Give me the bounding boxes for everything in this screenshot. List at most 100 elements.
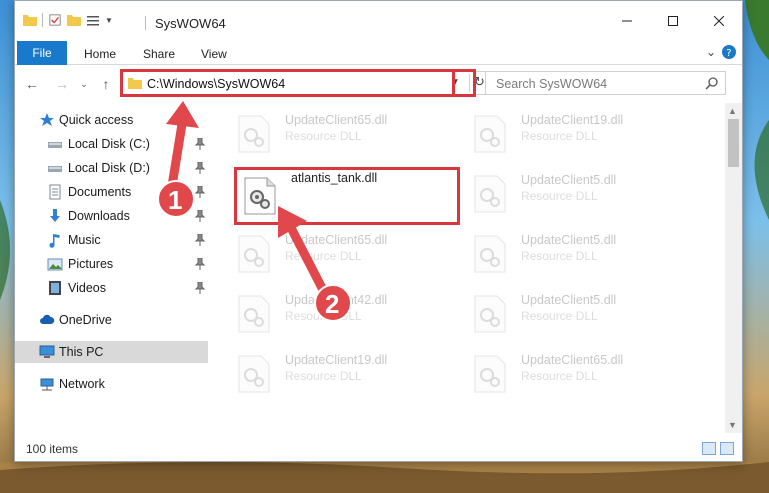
dll-file-icon [474, 295, 506, 333]
drive-icon [48, 142, 62, 148]
sidebar-item-local-disk-c[interactable]: Local Disk (C:) [15, 133, 208, 155]
file-name: UpdateClient65.dll [285, 113, 388, 127]
drive-icon [48, 166, 62, 172]
tab-view[interactable]: View [201, 47, 227, 61]
file-item[interactable]: UpdateClient65.dll Resource DLL [467, 347, 687, 397]
scroll-up-icon[interactable]: ▲ [728, 106, 737, 116]
refresh-highlight-box [452, 69, 476, 97]
network-icon [40, 378, 54, 391]
sidebar-item-downloads[interactable]: Downloads [15, 205, 208, 227]
tab-share[interactable]: Share [143, 47, 175, 61]
file-list: UpdateClient65.dll Resource DLL atlantis… [211, 103, 725, 433]
maximize-button[interactable] [650, 7, 696, 35]
music-icon [49, 234, 60, 248]
file-item[interactable]: UpdateClient5.dll Resource DLL [467, 227, 687, 277]
pictures-icon [47, 258, 63, 271]
svg-text:?: ? [726, 48, 731, 59]
pin-icon[interactable] [195, 234, 205, 246]
maximize-icon [668, 16, 678, 26]
arrow-up-icon: ↑ [102, 76, 110, 92]
pin-icon[interactable] [195, 210, 205, 222]
navigation-pane: Quick access Local Disk (C:) Local Disk … [15, 103, 208, 433]
file-item[interactable]: UpdateClient19.dll Resource DLL [231, 347, 451, 397]
scrollbar-thumb[interactable] [728, 119, 739, 167]
search-icon[interactable] [705, 76, 719, 90]
dll-file-icon [474, 175, 506, 213]
sidebar-item-label: This PC [59, 345, 104, 359]
up-button[interactable]: ↑ [97, 75, 115, 93]
file-name: UpdateClient65.dll [521, 353, 624, 367]
large-icons-view-button[interactable] [720, 442, 734, 455]
sidebar-item-music[interactable]: Music [15, 229, 208, 251]
chevron-down-icon[interactable]: ▼ [105, 16, 113, 25]
search-box[interactable]: Search SysWOW64 [485, 71, 726, 95]
toolbar-separator [42, 13, 43, 27]
sidebar-item-label: Documents [68, 185, 132, 199]
properties-icon[interactable] [48, 14, 62, 26]
forward-button[interactable]: → [53, 75, 71, 93]
recent-locations-button[interactable]: ⌄ [75, 75, 93, 93]
window-title: SysWOW64 [155, 16, 226, 31]
pin-icon[interactable] [195, 162, 205, 174]
sidebar-item-quick-access[interactable]: Quick access [15, 109, 208, 131]
file-type: Resource DLL [285, 249, 362, 263]
file-item[interactable]: UpdateClient5.dll Resource DLL [467, 167, 687, 217]
new-folder-icon[interactable] [67, 14, 81, 26]
arrow-right-icon: → [55, 76, 69, 92]
vertical-scrollbar[interactable]: ▲ ▼ [725, 103, 742, 433]
help-icon[interactable]: ? [722, 45, 736, 59]
dll-file-icon [238, 355, 270, 393]
tab-home[interactable]: Home [84, 47, 116, 61]
file-name: UpdateClient5.dll [521, 233, 617, 247]
sidebar-item-local-disk-d[interactable]: Local Disk (D:) [15, 157, 208, 179]
minimize-icon [622, 20, 632, 22]
file-name: UpdateClient5.dll [521, 293, 617, 307]
customize-icon[interactable] [86, 14, 100, 26]
file-name: UpdateClient19.dll [521, 113, 624, 127]
file-item[interactable]: UpdateClient65.dll Resource DLL [231, 107, 451, 157]
file-name: UpdateClient19.dll [285, 353, 388, 367]
sidebar-item-label: Quick access [59, 113, 134, 127]
sidebar-item-label: Music [68, 233, 101, 247]
sidebar-item-videos[interactable]: Videos [15, 277, 208, 299]
ribbon-right-controls: ⌄ ? [706, 45, 736, 59]
view-toggle [702, 442, 734, 455]
file-item[interactable]: UpdateClient42.dll Resource DLL [231, 287, 451, 337]
sidebar-item-label: Local Disk (D:) [68, 161, 150, 175]
file-name: UpdateClient65.dll [285, 233, 388, 247]
pin-icon[interactable] [195, 138, 205, 150]
chevron-down-icon[interactable]: ⌄ [706, 45, 716, 59]
close-button[interactable] [696, 7, 742, 35]
file-type: Resource DLL [521, 309, 598, 323]
tab-file[interactable]: File [17, 41, 67, 65]
address-highlight-box [120, 69, 476, 97]
pin-icon[interactable] [195, 282, 205, 294]
file-type: Resource DLL [285, 129, 362, 143]
file-item[interactable]: UpdateClient19.dll Resource DLL [467, 107, 687, 157]
sidebar-item-onedrive[interactable]: OneDrive [15, 309, 208, 331]
back-button[interactable]: ← [23, 75, 41, 93]
arrow-left-icon: ← [25, 76, 39, 92]
file-item[interactable]: UpdateClient65.dll Resource DLL [231, 227, 451, 277]
sidebar-item-label: Network [59, 377, 105, 391]
sidebar-item-network[interactable]: Network [15, 373, 208, 395]
file-item[interactable]: UpdateClient5.dll Resource DLL [467, 287, 687, 337]
status-bar: 100 items [15, 437, 742, 461]
file-name: UpdateClient42.dll [285, 293, 388, 307]
folder-icon[interactable] [23, 14, 37, 26]
dll-file-icon [238, 295, 270, 333]
pin-icon[interactable] [195, 258, 205, 270]
details-view-button[interactable] [702, 442, 716, 455]
scroll-down-icon[interactable]: ▼ [728, 420, 737, 430]
computer-icon [39, 345, 55, 358]
sidebar-item-pictures[interactable]: Pictures [15, 253, 208, 275]
sidebar-item-this-pc[interactable]: This PC [15, 341, 208, 363]
quick-access-toolbar: ▼ [23, 13, 113, 27]
title-bar: ▼ SysWOW64 [15, 1, 742, 37]
sidebar-item-label: Downloads [68, 209, 130, 223]
pin-icon[interactable] [195, 186, 205, 198]
minimize-button[interactable] [604, 7, 650, 35]
dll-file-icon [238, 235, 270, 273]
sidebar-item-documents[interactable]: Documents [15, 181, 208, 203]
sidebar-item-label: Local Disk (C:) [68, 137, 150, 151]
